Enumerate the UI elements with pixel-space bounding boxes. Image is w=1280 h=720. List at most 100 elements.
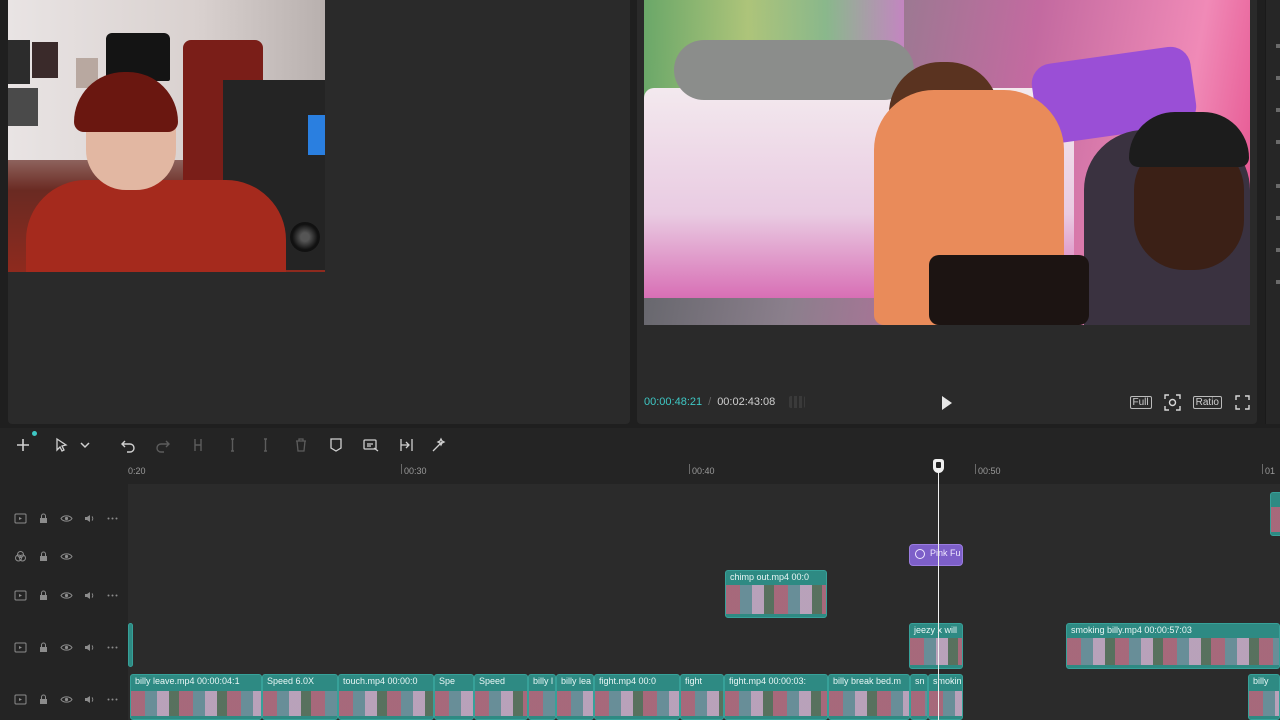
track-area[interactable]: Pink Fu chimp out.mp4 00:0 jeezy x will … — [128, 484, 1280, 720]
timeline-toolbar — [0, 428, 1280, 462]
playhead-line[interactable] — [938, 461, 939, 720]
ruler-tick — [975, 464, 976, 474]
speaker-icon[interactable] — [83, 589, 96, 602]
clip-label: billy break bed.m — [833, 676, 902, 686]
clip-label: billy leave.mp4 00:00:04:1 — [135, 676, 240, 686]
left-panel — [8, 0, 630, 424]
edit-clip-icon[interactable] — [362, 436, 380, 454]
timeline-clip[interactable]: Spe — [434, 674, 474, 720]
track-headers — [0, 484, 128, 720]
marker-icon[interactable] — [327, 436, 345, 454]
eye-icon[interactable] — [60, 693, 73, 706]
lock-icon[interactable] — [37, 512, 50, 525]
redo-icon[interactable] — [154, 436, 172, 454]
select-pointer-icon[interactable] — [52, 436, 70, 454]
clip-label: smoking billy.mp4 00:00:57:03 — [1071, 625, 1192, 635]
clip-label: fight.mp4 00:00:03: — [729, 676, 807, 686]
timeline-clip[interactable]: Speed 6.0X — [262, 674, 338, 720]
trim-right-icon[interactable] — [256, 436, 274, 454]
split-icon[interactable] — [189, 436, 207, 454]
clip-label: fight — [685, 676, 703, 686]
more-icon[interactable] — [106, 641, 119, 654]
timeline-clip[interactable]: billy break bed.m — [828, 674, 910, 720]
video-track-icon — [14, 693, 27, 706]
track-header-video-3 — [14, 640, 119, 654]
undo-icon[interactable] — [119, 436, 137, 454]
track-header-video-1 — [14, 511, 119, 525]
effect-icon — [915, 549, 925, 559]
clip-label: Pink Fu — [930, 548, 961, 558]
speaker-icon[interactable] — [83, 641, 96, 654]
ruler-tick — [689, 464, 690, 474]
clip-label: Speed — [479, 676, 506, 686]
play-button[interactable] — [939, 394, 955, 412]
effect-clip-pink[interactable]: Pink Fu — [909, 544, 963, 566]
delete-icon[interactable] — [292, 436, 310, 454]
magic-tool-icon[interactable] — [430, 436, 448, 454]
fullscreen-icon[interactable] — [1234, 394, 1251, 411]
timeline-clip[interactable]: smokin — [928, 674, 963, 720]
timeline-clip[interactable]: fight.mp4 00:00:03: — [724, 674, 828, 720]
time-separator: / — [708, 396, 712, 408]
grid-icon[interactable] — [789, 396, 806, 408]
full-quality-button[interactable]: Full — [1129, 396, 1152, 409]
chevron-down-icon[interactable] — [76, 436, 94, 454]
timeline-clip[interactable]: chimp out.mp4 00:0 — [725, 570, 827, 618]
timeline-clip[interactable]: fight.mp4 00:0 — [594, 674, 680, 720]
timeline-clip[interactable]: billy l — [528, 674, 556, 720]
status-dot — [32, 431, 37, 436]
timeline-clip[interactable] — [1270, 492, 1280, 536]
more-icon[interactable] — [106, 693, 119, 706]
ruler-label: 01 — [1265, 466, 1276, 476]
timeline-clip[interactable] — [128, 623, 133, 667]
eye-icon[interactable] — [60, 589, 73, 602]
ruler-label: 0:20 — [128, 466, 146, 476]
track-header-effects — [14, 549, 73, 563]
clip-label: chimp out.mp4 00:0 — [730, 572, 810, 582]
timeline-clip[interactable]: fight — [680, 674, 724, 720]
speaker-icon[interactable] — [83, 693, 96, 706]
clip-label: jeezy x will — [914, 625, 958, 635]
timeline-clip[interactable]: Speed — [474, 674, 528, 720]
total-time: 00:02:43:08 — [717, 396, 776, 408]
preview-panel: 00:00:48:21 / 00:02:43:08 Full Ratio — [637, 0, 1257, 424]
clip-label: billy l — [533, 676, 554, 686]
clip-label: touch.mp4 00:00:0 — [343, 676, 418, 686]
track-header-main — [14, 692, 119, 706]
ruler-label: 00:30 — [404, 466, 427, 476]
clip-label: Spe — [439, 676, 456, 686]
ruler-tick — [1262, 464, 1263, 474]
eye-icon[interactable] — [60, 550, 73, 563]
timeline-clip[interactable]: sn — [910, 674, 928, 720]
timeline-clip[interactable]: billy leave.mp4 00:00:04:1 — [130, 674, 262, 720]
eye-icon[interactable] — [60, 641, 73, 654]
eye-icon[interactable] — [60, 512, 73, 525]
timeline-clip[interactable]: billy lea — [556, 674, 594, 720]
lock-icon[interactable] — [37, 589, 50, 602]
add-icon[interactable] — [14, 436, 32, 454]
timeline-clip[interactable]: smoking billy.mp4 00:00:57:03 — [1066, 623, 1280, 669]
lock-icon[interactable] — [37, 693, 50, 706]
webcam-video — [8, 0, 325, 272]
timeline-clip[interactable]: touch.mp4 00:00:0 — [338, 674, 434, 720]
snapshot-icon[interactable] — [1163, 394, 1181, 411]
clip-label: billy lea — [561, 676, 592, 686]
lock-icon[interactable] — [37, 641, 50, 654]
current-time: 00:00:48:21 — [644, 396, 703, 408]
track-header-video-2 — [14, 588, 119, 602]
clip-label: Speed 6.0X — [267, 676, 315, 686]
more-icon[interactable] — [106, 589, 119, 602]
more-icon[interactable] — [106, 512, 119, 525]
time-ruler[interactable]: 0:20 00:30 00:40 00:50 01 — [128, 462, 1280, 484]
video-track-icon — [14, 512, 27, 525]
ratio-button[interactable]: Ratio — [1192, 396, 1222, 409]
playhead-handle[interactable] — [933, 459, 944, 473]
speaker-icon[interactable] — [83, 512, 96, 525]
timeline-clip[interactable]: jeezy x will — [909, 623, 963, 669]
trim-left-icon[interactable] — [224, 436, 242, 454]
timeline: 0:20 00:30 00:40 00:50 01 Pink Fu chimp … — [0, 428, 1280, 720]
lock-icon[interactable] — [37, 550, 50, 563]
ruler-tick — [401, 464, 402, 474]
freeze-frame-icon[interactable] — [397, 436, 415, 454]
timeline-clip[interactable]: billy — [1248, 674, 1280, 720]
